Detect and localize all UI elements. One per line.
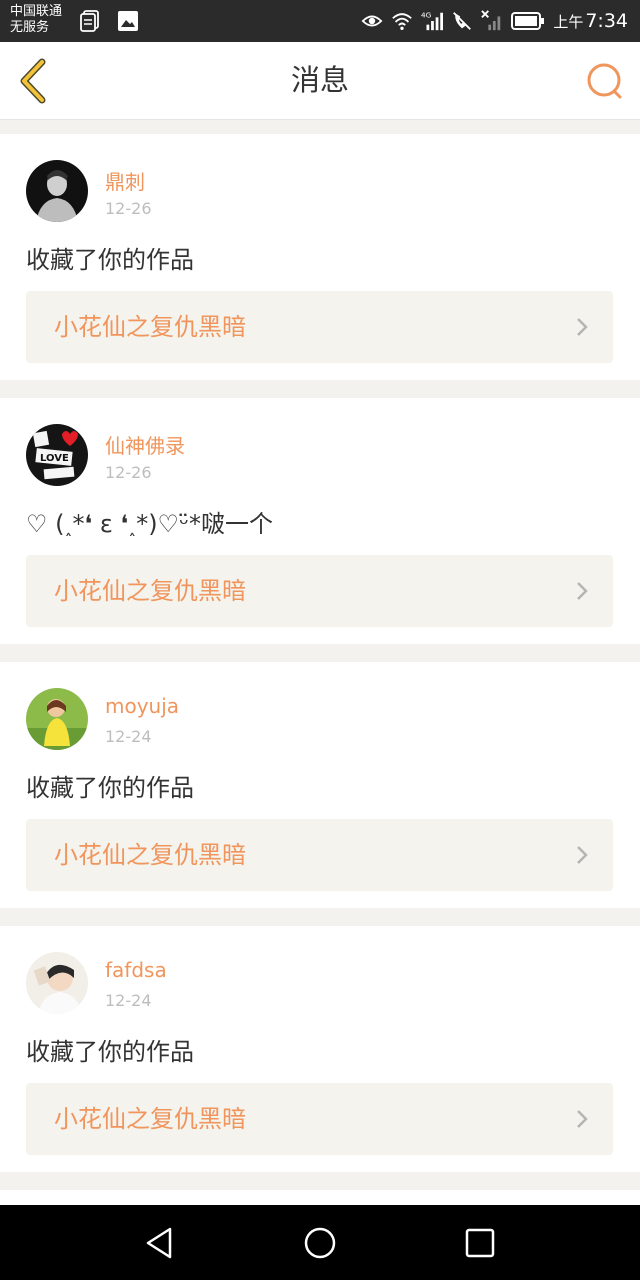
avatar-image <box>26 952 88 1014</box>
signal-4g-icon: 4G <box>421 10 444 31</box>
avatar[interactable] <box>26 160 88 222</box>
clock: 上午 7:34 <box>553 10 628 32</box>
avatar[interactable]: LOVE <box>26 424 88 486</box>
search-button[interactable] <box>586 62 624 100</box>
nav-home-button[interactable] <box>302 1225 338 1261</box>
message-text: 收藏了你的作品 <box>26 1038 194 1066</box>
document-icon <box>80 10 99 32</box>
message-card: LOVE 仙神佛录 12-26 ♡ (˰*❛ ε ❛˰*)♡ᵕ̈*啵一个 小花仙… <box>0 398 640 644</box>
page-title: 消息 <box>290 63 349 97</box>
no-signal-icon <box>481 10 501 31</box>
chevron-right-icon <box>577 846 588 864</box>
carrier-info: 中国联通 无服务 <box>10 4 62 36</box>
nav-recents-button[interactable] <box>462 1225 498 1261</box>
avatar-image: LOVE <box>26 424 88 486</box>
work-link[interactable]: 小花仙之复仇黑暗 <box>26 819 613 891</box>
user-name[interactable]: fafdsa <box>105 958 167 982</box>
network-type-label: 4G <box>421 10 432 19</box>
message-text: ♡ (˰*❛ ε ❛˰*)♡ᵕ̈*啵一个 <box>26 510 273 538</box>
message-text: 收藏了你的作品 <box>26 246 194 274</box>
app-header: 消息 <box>0 42 640 120</box>
clock-time: 7:34 <box>585 10 628 32</box>
message-date: 12-24 <box>105 991 152 1010</box>
avatar-image <box>26 688 88 750</box>
message-card: fafdsa 12-24 收藏了你的作品 小花仙之复仇黑暗 <box>0 926 640 1172</box>
no-call-icon <box>453 12 472 30</box>
clock-ampm: 上午 <box>553 13 584 31</box>
work-title: 小花仙之复仇黑暗 <box>54 577 246 605</box>
avatar[interactable] <box>26 952 88 1014</box>
message-date: 12-26 <box>105 199 152 218</box>
work-title: 小花仙之复仇黑暗 <box>54 841 246 869</box>
status-bar: 中国联通 无服务 4G 上午 7:34 <box>0 0 640 42</box>
work-link[interactable]: 小花仙之复仇黑暗 <box>26 291 613 363</box>
battery-icon <box>511 12 545 30</box>
wifi-icon <box>392 13 413 30</box>
work-link[interactable]: 小花仙之复仇黑暗 <box>26 555 613 627</box>
user-name[interactable]: moyuja <box>105 694 179 718</box>
nav-back-button[interactable] <box>142 1225 178 1261</box>
message-date: 12-24 <box>105 727 152 746</box>
message-card: moyuja 12-24 收藏了你的作品 小花仙之复仇黑暗 <box>0 662 640 908</box>
message-card: 鼎刺 12-26 收藏了你的作品 小花仙之复仇黑暗 <box>0 134 640 380</box>
avatar-image <box>26 160 88 222</box>
message-date: 12-26 <box>105 463 152 482</box>
navigation-bar <box>0 1205 640 1280</box>
eye-icon <box>361 15 383 27</box>
chevron-right-icon <box>577 1110 588 1128</box>
avatar[interactable] <box>26 688 88 750</box>
message-text: 收藏了你的作品 <box>26 774 194 802</box>
user-name[interactable]: 鼎刺 <box>105 166 145 195</box>
chevron-right-icon <box>577 318 588 336</box>
work-title: 小花仙之复仇黑暗 <box>54 313 246 341</box>
work-link[interactable]: 小花仙之复仇黑暗 <box>26 1083 613 1155</box>
avatar-text: LOVE <box>40 453 69 464</box>
service-status: 无服务 <box>10 20 50 35</box>
chevron-right-icon <box>577 582 588 600</box>
carrier-name: 中国联通 <box>10 4 63 19</box>
image-icon <box>118 11 138 31</box>
message-list: 鼎刺 12-26 收藏了你的作品 小花仙之复仇黑暗 LOVE 仙神佛录 12-2… <box>0 134 640 1248</box>
work-title: 小花仙之复仇黑暗 <box>54 1105 246 1133</box>
user-name[interactable]: 仙神佛录 <box>105 430 185 459</box>
